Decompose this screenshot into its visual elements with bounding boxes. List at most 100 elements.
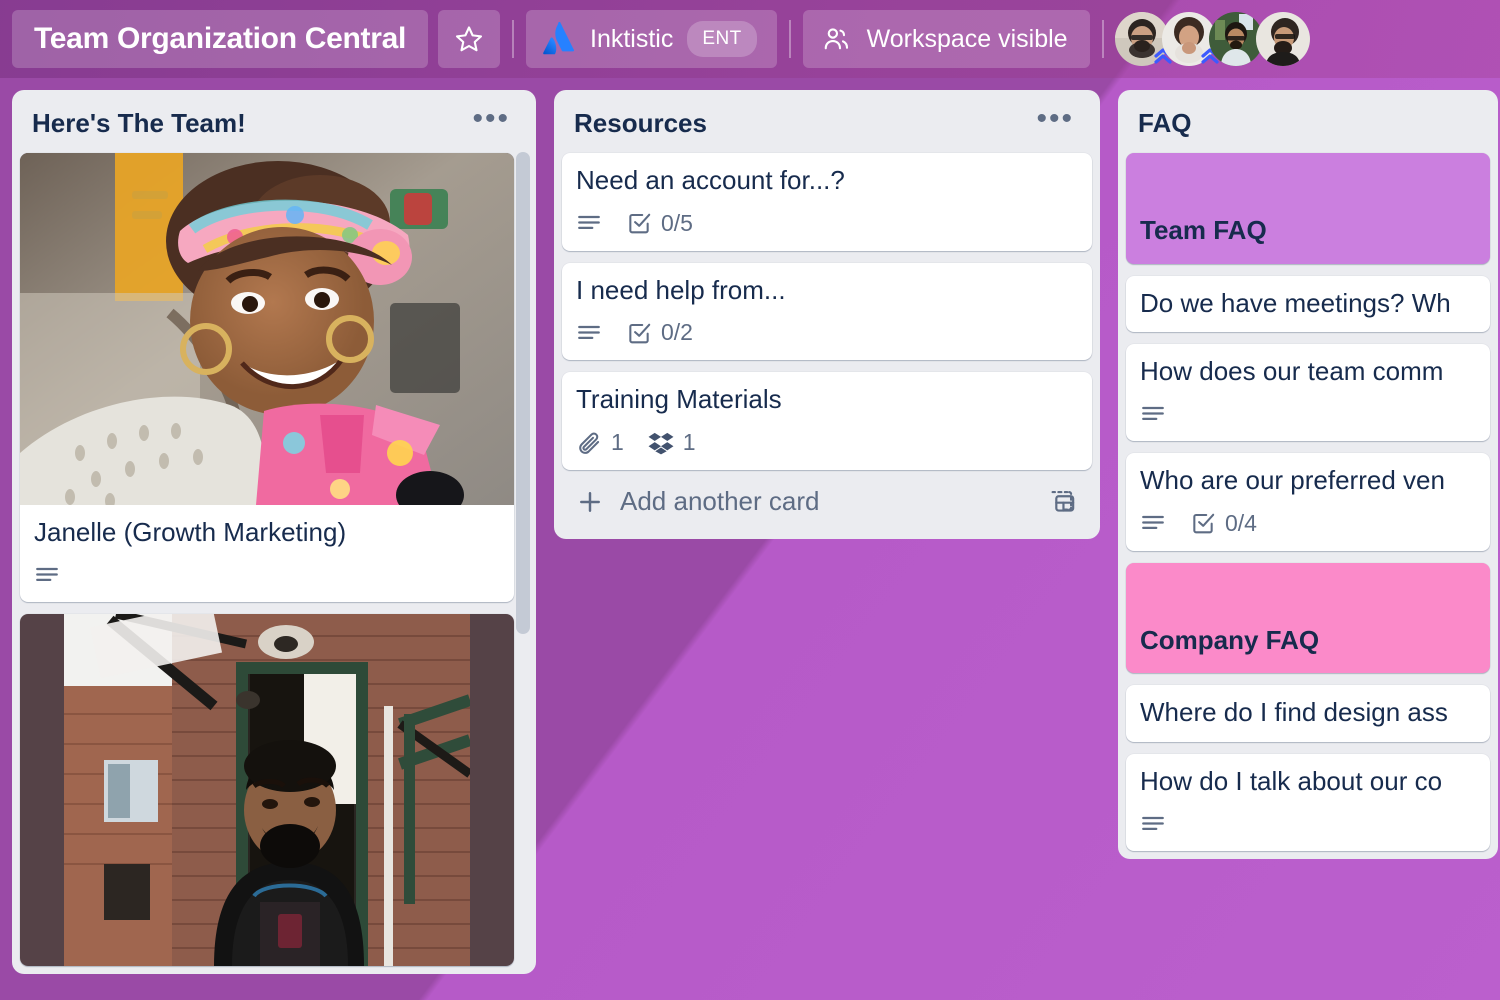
board-header: Team Organization Central Inktistic ENT … (0, 0, 1500, 78)
list-header: Here's The Team! ••• (20, 100, 528, 153)
board-title-button[interactable]: Team Organization Central (12, 10, 429, 68)
list-heres-the-team: Here's The Team! ••• Janelle (Growth Mar… (12, 90, 536, 974)
workspace-name: Inktistic (590, 24, 674, 53)
card-container: Need an account for...? 0/5 I need help … (562, 153, 1092, 471)
card-badges: 1 1 (576, 429, 1078, 456)
card-title: Team FAQ (1140, 215, 1267, 245)
card-title: How does our team comm (1140, 356, 1444, 387)
card-title: Where do I find design ass (1140, 697, 1448, 728)
avatar-image (1208, 12, 1263, 66)
board-members (1114, 12, 1310, 66)
card-cover-photo-man-brick-building (20, 613, 514, 966)
trello-board: Team Organization Central Inktistic ENT … (0, 0, 1500, 1000)
card-title: Need an account for...? (576, 165, 845, 195)
card-container: Team FAQ Do we have meetings? Wh How doe… (1126, 153, 1490, 851)
list-title: FAQ (1138, 108, 1192, 138)
card-do-we-have-meetings[interactable]: Do we have meetings? Wh (1126, 275, 1490, 333)
card-where-do-i-find-design-assets[interactable]: Where do I find design ass (1126, 685, 1490, 743)
card-cover-photo-woman-headscarf (20, 153, 514, 505)
card-badges (1140, 811, 1476, 837)
star-icon[interactable] (438, 10, 501, 68)
checklist-count: 0/5 (661, 209, 693, 236)
workspace-visible-icon (821, 24, 851, 54)
card-title: Who are our preferred ven (1140, 465, 1445, 496)
card-who-are-our-preferred-vendors[interactable]: Who are our preferred ven 0/4 (1126, 453, 1490, 551)
description-badge (34, 562, 60, 588)
card-template-icon[interactable] (1048, 488, 1078, 516)
avatar[interactable] (1208, 12, 1263, 66)
card-title: Company FAQ (1140, 624, 1320, 655)
page-title: Team Organization Central (34, 22, 407, 55)
card-container: Janelle (Growth Marketing) (20, 153, 514, 966)
description-icon (1140, 510, 1166, 536)
card-cover-color (1126, 563, 1490, 621)
checklist-icon (1190, 510, 1216, 536)
checklist-icon (626, 320, 652, 346)
description-icon (1140, 401, 1166, 427)
visibility-button[interactable]: Workspace visible (802, 10, 1090, 68)
header-divider-1 (512, 20, 515, 58)
add-another-card-button[interactable]: Add another card (562, 470, 1092, 531)
list-menu-icon[interactable]: ••• (1030, 103, 1080, 134)
card-title: How do I talk about our co (1140, 766, 1443, 797)
list-menu-icon[interactable]: ••• (466, 103, 516, 134)
description-icon (576, 320, 602, 346)
board-lists: Here's The Team! ••• Janelle (Growth Mar… (0, 90, 1498, 974)
atlassian-logo-icon (542, 22, 576, 56)
list-scrollbar-thumb[interactable] (516, 152, 530, 634)
avatar[interactable] (1161, 12, 1219, 66)
card-badges: 0/2 (576, 319, 1078, 346)
card-cover-color (1126, 153, 1490, 211)
card-content: Team FAQ (1126, 211, 1490, 264)
list-faq: FAQ Team FAQ Do we have meetings? Wh How… (1118, 90, 1498, 859)
card-janelle[interactable]: Janelle (Growth Marketing) (20, 153, 514, 602)
card-title: Janelle (Growth Marketing) (34, 517, 347, 547)
checklist-badge: 0/4 (1190, 510, 1257, 537)
add-card-label: Add another card (620, 486, 820, 517)
card-badges: 0/5 (576, 210, 1078, 237)
card-content: Training Materials 1 1 (562, 372, 1092, 470)
checklist-badge: 0/5 (626, 210, 693, 237)
card-title: Do we have meetings? Wh (1140, 287, 1451, 318)
attachment-icon (576, 430, 602, 456)
card-content: Company FAQ (1126, 621, 1490, 674)
checklist-count: 0/4 (1225, 509, 1257, 536)
checklist-icon (626, 210, 652, 236)
avatar[interactable] (1255, 12, 1310, 66)
card-need-an-account[interactable]: Need an account for...? 0/5 (562, 153, 1092, 251)
checklist-count: 0/2 (661, 319, 693, 346)
card-content: Need an account for...? 0/5 (562, 153, 1092, 251)
dropbox-badge: 1 (648, 429, 696, 456)
workspace-button[interactable]: Inktistic ENT (526, 10, 777, 68)
card-i-need-help-from[interactable]: I need help from... 0/2 (562, 262, 1092, 361)
header-divider-2 (788, 20, 791, 58)
description-badge (576, 210, 602, 236)
list-title: Here's The Team! (32, 108, 246, 138)
list-scrollbar-track[interactable] (516, 152, 530, 968)
card-badges: 0/4 (1140, 510, 1476, 537)
attachment-badge: 1 (576, 429, 624, 456)
card-badges (1140, 401, 1476, 427)
plus-icon (576, 488, 604, 516)
card-title: Training Materials (576, 384, 782, 415)
avatar-image (1255, 12, 1310, 66)
visibility-label: Workspace visible (866, 24, 1068, 53)
card-team-faq[interactable]: Team FAQ (1126, 153, 1490, 264)
description-icon (34, 562, 60, 588)
workspace-plan-badge: ENT (687, 21, 757, 57)
card-title: I need help from... (576, 274, 786, 305)
card-team-member-2[interactable] (20, 613, 514, 966)
description-icon (576, 210, 602, 236)
attachment-count: 1 (611, 429, 624, 456)
card-training-materials[interactable]: Training Materials 1 1 (562, 372, 1092, 471)
card-content: Janelle (Growth Marketing) (20, 505, 514, 602)
card-content: I need help from... 0/2 (562, 263, 1092, 361)
add-card-left: Add another card (576, 486, 819, 517)
card-company-faq[interactable]: Company FAQ (1126, 562, 1490, 674)
card-how-does-our-team-communicate[interactable]: How does our team comm (1126, 344, 1490, 442)
card-badges (34, 562, 500, 588)
card-content: Who are our preferred ven 0/4 (1126, 453, 1490, 551)
card-how-do-i-talk-about-our-company[interactable]: How do I talk about our co (1126, 754, 1490, 851)
avatar[interactable] (1114, 12, 1172, 66)
checklist-badge: 0/2 (626, 319, 693, 346)
